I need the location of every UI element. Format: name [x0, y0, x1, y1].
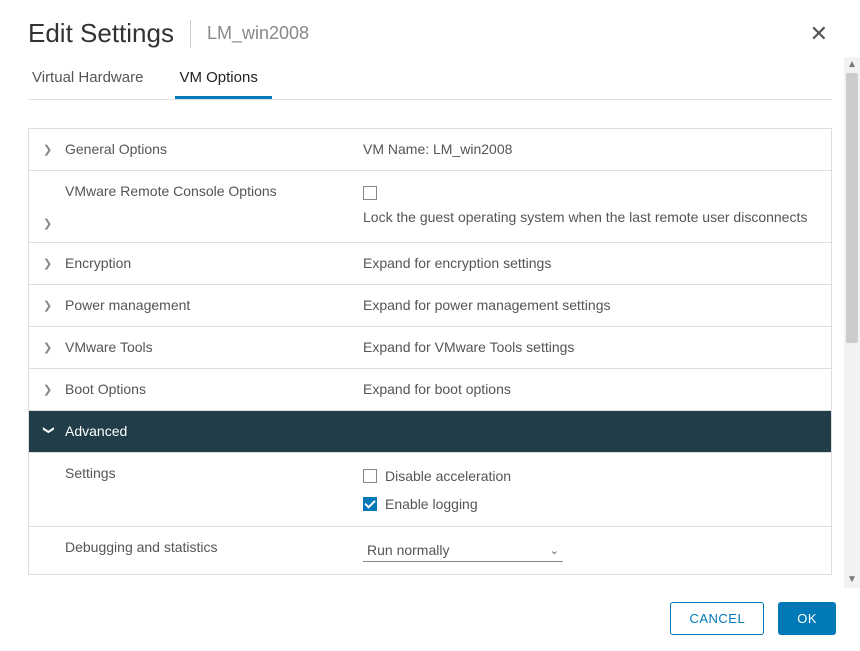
chevron-right-icon[interactable]: ❯ [43, 383, 55, 396]
cancel-button[interactable]: CANCEL [670, 602, 764, 635]
section-label: VMware Remote Console Options [65, 183, 277, 199]
scroll-down-arrow[interactable]: ▼ [844, 572, 860, 588]
settings-label: Settings [65, 465, 116, 481]
scroll-up-arrow[interactable]: ▲ [844, 57, 860, 73]
scroll-area: Virtual Hardware VM Options ❯ General Op… [0, 57, 844, 588]
enable-logging-checkbox[interactable] [363, 497, 377, 511]
disable-acceleration-checkbox[interactable] [363, 469, 377, 483]
vm-options-panel: ❯ General Options VM Name: LM_win2008 ❯ … [28, 128, 832, 575]
chevron-down-icon: ⌄ [550, 544, 559, 557]
section-label: General Options [65, 141, 167, 157]
debugging-select[interactable]: Run normally ⌄ [363, 539, 563, 562]
section-advanced[interactable]: ❯ Advanced [29, 411, 831, 453]
dialog-header: Edit Settings LM_win2008 ✕ [0, 0, 860, 57]
enable-logging-label: Enable logging [385, 496, 478, 512]
debugging-select-value: Run normally [367, 542, 449, 558]
debugging-label: Debugging and statistics [65, 539, 218, 555]
section-label: Power management [65, 297, 190, 313]
dialog-body: Virtual Hardware VM Options ❯ General Op… [0, 57, 860, 588]
edit-settings-dialog: Edit Settings LM_win2008 ✕ Virtual Hardw… [0, 0, 860, 651]
chevron-right-icon[interactable]: ❯ [43, 299, 55, 312]
chevron-right-icon[interactable]: ❯ [43, 257, 55, 270]
dialog-title: Edit Settings [28, 18, 174, 49]
section-boot-options[interactable]: ❯ Boot Options Expand for boot options [29, 369, 831, 411]
lock-guest-description: Lock the guest operating system when the… [363, 206, 817, 230]
section-summary: Expand for boot options [363, 379, 817, 399]
section-summary: Expand for VMware Tools settings [363, 337, 817, 357]
close-icon[interactable]: ✕ [806, 19, 832, 49]
lock-guest-checkbox[interactable] [363, 186, 377, 200]
dialog-footer: CANCEL OK [0, 588, 860, 651]
section-label: Boot Options [65, 381, 146, 397]
tab-vm-options[interactable]: VM Options [175, 57, 271, 99]
tab-virtual-hardware[interactable]: Virtual Hardware [28, 57, 157, 99]
section-power-management[interactable]: ❯ Power management Expand for power mana… [29, 285, 831, 327]
section-remote-console[interactable]: ❯ VMware Remote Console Options ❯ Lock t… [29, 171, 831, 243]
ok-button[interactable]: OK [778, 602, 836, 635]
vertical-scrollbar[interactable]: ▲ ▼ [844, 57, 860, 588]
disable-acceleration-label: Disable acceleration [385, 468, 511, 484]
chevron-right-icon[interactable]: ❯ [43, 143, 55, 156]
section-vmware-tools[interactable]: ❯ VMware Tools Expand for VMware Tools s… [29, 327, 831, 369]
advanced-debugging-row: ❯ Debugging and statistics Run normally … [29, 527, 831, 574]
section-label: Encryption [65, 255, 131, 271]
section-summary: Expand for encryption settings [363, 253, 817, 273]
chevron-down-icon[interactable]: ❯ [43, 425, 56, 437]
chevron-right-icon[interactable]: ❯ [43, 341, 55, 354]
scroll-thumb[interactable] [846, 73, 858, 343]
section-encryption[interactable]: ❯ Encryption Expand for encryption setti… [29, 243, 831, 285]
tabs: Virtual Hardware VM Options [28, 57, 832, 100]
section-general-options[interactable]: ❯ General Options VM Name: LM_win2008 [29, 129, 831, 171]
dialog-subtitle: LM_win2008 [207, 23, 309, 44]
chevron-right-icon[interactable]: ❯ [43, 217, 55, 230]
header-divider [190, 20, 191, 48]
section-label: VMware Tools [65, 339, 153, 355]
section-summary: VM Name: LM_win2008 [363, 139, 817, 159]
section-summary: Expand for power management settings [363, 295, 817, 315]
advanced-settings-row: ❯ Settings Disable acceleration Enable l… [29, 453, 831, 527]
section-label: Advanced [65, 423, 127, 439]
